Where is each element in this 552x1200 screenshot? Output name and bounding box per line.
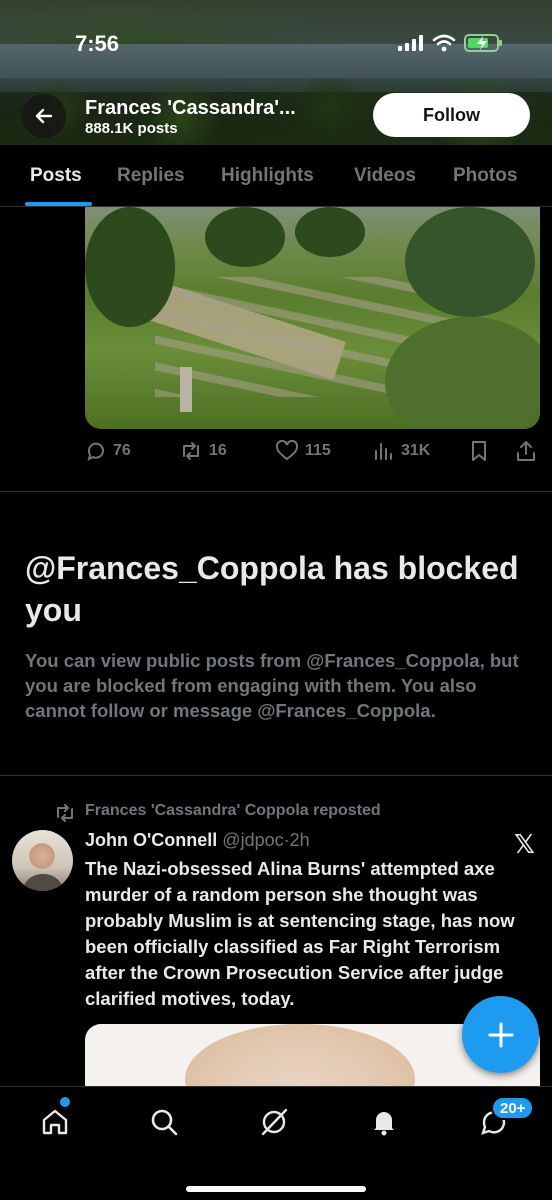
home-icon bbox=[42, 1109, 68, 1135]
tweet-text[interactable]: The Nazi-obsessed Alina Burns' attempted… bbox=[85, 856, 540, 1008]
bookmark-icon bbox=[472, 441, 486, 461]
divider bbox=[0, 775, 552, 776]
views-chart-icon bbox=[375, 443, 392, 460]
follow-button[interactable]: Follow bbox=[373, 93, 530, 137]
signal-icon bbox=[398, 35, 423, 51]
post-actions: 76 16 115 31K bbox=[85, 440, 540, 468]
search-icon bbox=[151, 1109, 178, 1136]
author-handle[interactable]: @jdpoc bbox=[222, 830, 283, 850]
back-button[interactable] bbox=[22, 94, 66, 138]
home-notification-dot bbox=[60, 1097, 70, 1107]
reply-icon bbox=[87, 442, 104, 461]
nav-notifications[interactable] bbox=[366, 1104, 402, 1140]
profile-name: Frances 'Cassandra'... bbox=[85, 97, 296, 119]
bookmark-action[interactable] bbox=[469, 440, 489, 462]
media-subject bbox=[185, 1024, 415, 1086]
share-icon bbox=[517, 441, 535, 461]
home-indicator bbox=[186, 1186, 366, 1192]
status-time: 7:56 bbox=[75, 31, 120, 56]
tab-replies[interactable]: Replies bbox=[117, 165, 185, 187]
author-line: John O'Connell @jdpoc·2h bbox=[85, 830, 310, 851]
divider bbox=[0, 491, 552, 492]
image-tree bbox=[85, 207, 175, 327]
plus-icon bbox=[488, 1022, 513, 1047]
tab-photos[interactable]: Photos bbox=[453, 165, 517, 187]
profile-tabs: Posts Replies Highlights Videos Photos bbox=[0, 145, 552, 207]
avatar-body bbox=[22, 874, 64, 891]
image-tree bbox=[405, 207, 535, 317]
battery-charging-icon bbox=[464, 34, 502, 52]
blocked-description: You can view public posts from @Frances_… bbox=[25, 650, 519, 721]
repost-icon bbox=[183, 442, 199, 460]
image-tree bbox=[205, 207, 285, 267]
views-action[interactable]: 31K bbox=[373, 440, 430, 462]
nav-home[interactable] bbox=[37, 1104, 73, 1140]
arrow-left-icon bbox=[35, 108, 53, 124]
heart-icon bbox=[275, 440, 299, 461]
tab-highlights[interactable]: Highlights bbox=[221, 165, 314, 187]
messages-badge: 20+ bbox=[491, 1096, 535, 1120]
nav-search[interactable] bbox=[146, 1104, 182, 1140]
tab-videos[interactable]: Videos bbox=[354, 165, 416, 187]
like-action[interactable]: 115 bbox=[275, 440, 331, 462]
image-tree bbox=[295, 207, 365, 257]
compose-button[interactable] bbox=[462, 996, 539, 1073]
avatar[interactable] bbox=[12, 830, 73, 891]
reposted-icon bbox=[57, 804, 73, 822]
status-icons bbox=[398, 33, 504, 53]
wifi-icon bbox=[432, 34, 456, 52]
author-name[interactable]: John O'Connell bbox=[85, 830, 217, 850]
active-tab-indicator bbox=[25, 202, 92, 206]
like-count: 115 bbox=[305, 442, 331, 459]
tab-posts[interactable]: Posts bbox=[30, 165, 82, 187]
post-time: 2h bbox=[289, 830, 310, 850]
post-image[interactable] bbox=[85, 207, 540, 429]
reply-action[interactable]: 76 bbox=[85, 440, 131, 462]
share-action[interactable] bbox=[515, 440, 537, 462]
bell-icon bbox=[374, 1112, 394, 1136]
repost-action[interactable]: 16 bbox=[179, 440, 227, 462]
post-count: 888.1K posts bbox=[85, 120, 178, 137]
repost-label: Frances 'Cassandra' Coppola reposted bbox=[85, 802, 381, 819]
image-column bbox=[180, 367, 192, 412]
nav-grok[interactable] bbox=[256, 1104, 292, 1140]
views-count: 31K bbox=[401, 442, 431, 459]
repost-count: 16 bbox=[209, 442, 227, 459]
blocked-title: @Frances_Coppola has blocked you bbox=[25, 550, 519, 628]
grok-icon bbox=[261, 1108, 288, 1136]
reply-count: 76 bbox=[113, 442, 131, 459]
